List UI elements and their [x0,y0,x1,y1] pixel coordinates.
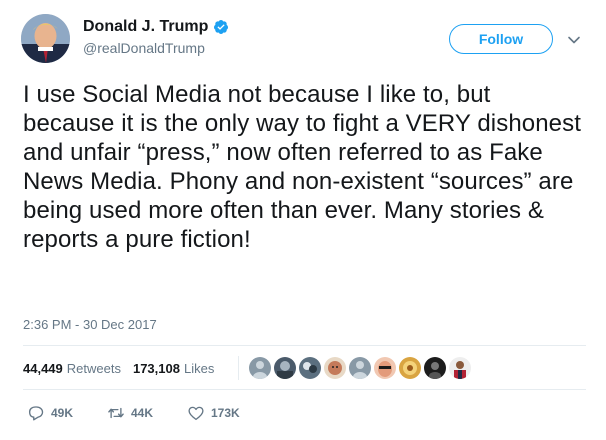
liker-avatar[interactable] [299,357,321,379]
tweet-header: Donald J. Trump @realDonaldTrump Follow [21,14,591,64]
user-handle[interactable]: @realDonaldTrump [83,40,229,56]
verified-badge-icon [214,20,229,34]
liker-avatar[interactable] [274,357,296,379]
follow-button[interactable]: Follow [449,24,553,54]
tweet-actions: 49K 44K 173K [27,404,267,422]
avatar[interactable] [21,14,70,63]
divider [23,389,586,390]
divider [23,345,586,346]
liker-avatar[interactable] [424,357,446,379]
avatar-image [21,14,70,63]
like-count: 173K [211,406,240,420]
retweets-label[interactable]: Retweets [67,361,121,376]
tweet-text: I use Social Media not because I like to… [23,81,581,253]
liker-avatar[interactable] [324,357,346,379]
like-button[interactable]: 173K [187,404,267,422]
display-name[interactable]: Donald J. Trump [83,18,208,36]
retweet-button[interactable]: 44K [107,404,187,422]
retweet-count: 44K [131,406,154,420]
liker-avatar[interactable] [349,357,371,379]
engagement-stats: 44,449 Retweets 173,108 Likes [23,356,214,380]
reply-count: 49K [51,406,74,420]
tweet-card: Donald J. Trump @realDonaldTrump Follow … [0,0,606,440]
liker-avatars [249,356,474,380]
reply-button[interactable]: 49K [27,404,107,422]
likes-label[interactable]: Likes [184,361,214,376]
reply-icon [28,406,44,421]
liker-avatar[interactable] [374,357,396,379]
user-info: Donald J. Trump @realDonaldTrump [83,16,229,56]
stats-separator [238,356,239,380]
tweet-timestamp[interactable]: 2:36 PM - 30 Dec 2017 [23,317,157,332]
heart-icon [188,406,204,421]
chevron-down-icon[interactable] [567,33,581,47]
retweet-icon [108,407,124,419]
likes-count[interactable]: 173,108 [133,361,180,376]
name-row: Donald J. Trump [83,16,229,38]
liker-avatar[interactable] [399,357,421,379]
liker-avatar[interactable] [249,357,271,379]
liker-avatar[interactable] [449,357,471,379]
retweets-count[interactable]: 44,449 [23,361,63,376]
